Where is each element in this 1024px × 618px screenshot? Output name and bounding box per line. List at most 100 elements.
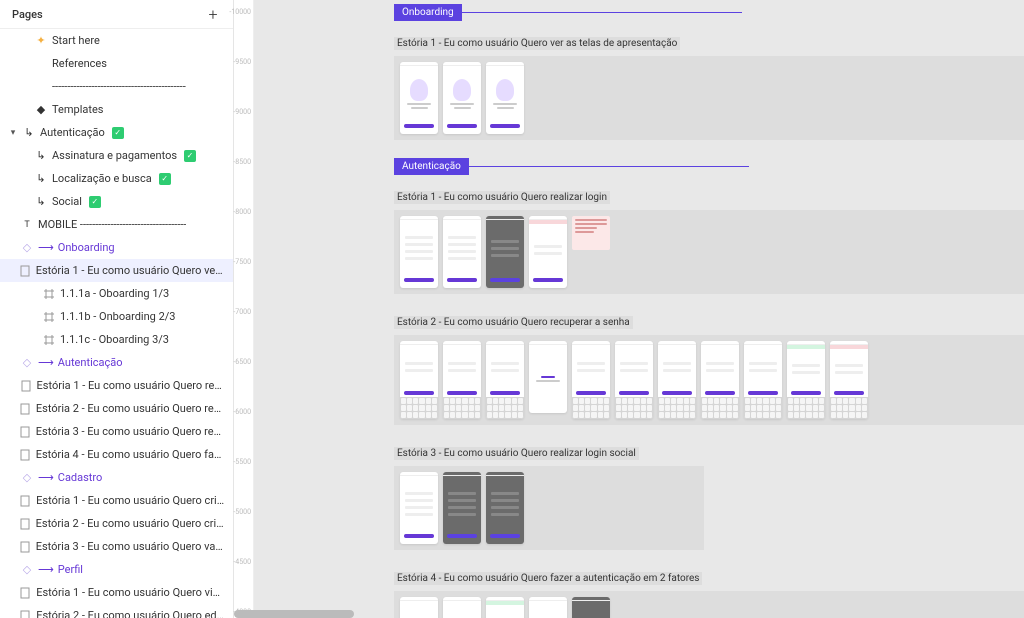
ruler-tick: -8000 bbox=[233, 208, 251, 216]
sidebar-item[interactable]: Estória 2 - Eu como usuário Quero criar … bbox=[0, 512, 233, 535]
mockup-frame[interactable] bbox=[658, 341, 696, 419]
mockup-frame[interactable] bbox=[615, 341, 653, 419]
check-icon: ✓ bbox=[112, 127, 124, 139]
sidebar-item[interactable]: 1.1.1c - Oboarding 3/3 bbox=[0, 328, 233, 351]
mockup-frame[interactable] bbox=[572, 341, 610, 419]
mockup-frame[interactable] bbox=[486, 341, 524, 419]
sidebar-item[interactable]: Estória 1 - Eu como usuário Quero visual… bbox=[0, 581, 233, 604]
sidebar-item-label: Estória 3 - Eu como usuário Quero realiz… bbox=[36, 425, 225, 438]
sidebar-item[interactable]: ✦Start here bbox=[0, 29, 233, 52]
mockup-frame[interactable] bbox=[486, 597, 524, 618]
sidebar-item[interactable]: 1.1.1b - Onboarding 2/3 bbox=[0, 305, 233, 328]
sidebar-header: Pages + bbox=[0, 0, 233, 29]
sidebar-item-label: MOBILE ---------------------------------… bbox=[38, 218, 186, 231]
sidebar-item-label: Assinatura e pagamentos bbox=[52, 149, 177, 162]
sidebar-item-label: 1.1.1a - Oboarding 1/3 bbox=[60, 287, 169, 300]
canvas[interactable]: Onboarding Estória 1 - Eu como usuário Qu… bbox=[254, 0, 1024, 618]
sidebar-item[interactable]: ----------------------------------------… bbox=[0, 75, 233, 98]
mockup-frame[interactable] bbox=[572, 597, 610, 618]
mockup-frame[interactable] bbox=[486, 472, 524, 544]
sidebar-item-label: 1.1.1b - Onboarding 2/3 bbox=[60, 310, 175, 323]
ruler-tick: -7500 bbox=[233, 258, 251, 266]
mockup-frame[interactable] bbox=[400, 62, 438, 134]
sidebar-item-label: Estória 1 - Eu como usuário Quero ver as… bbox=[36, 264, 225, 277]
ruler-tick: -9500 bbox=[233, 58, 251, 66]
sidebar-item-label: Estória 4 - Eu como usuário Quero fazer … bbox=[36, 448, 225, 461]
sticky-note[interactable] bbox=[572, 216, 610, 250]
ruler-tick: -6500 bbox=[233, 358, 251, 366]
sidebar-item[interactable]: ◇⟶ Perfil bbox=[0, 558, 233, 581]
ruler-tick: -7000 bbox=[233, 308, 251, 316]
sidebar-item[interactable]: ▾↳Autenticação✓ bbox=[0, 121, 233, 144]
ruler-tick: -5000 bbox=[233, 508, 251, 516]
sidebar-item[interactable]: ↳Assinatura e pagamentos✓ bbox=[0, 144, 233, 167]
sidebar-item[interactable]: ◆Templates bbox=[0, 98, 233, 121]
mockup-frame[interactable] bbox=[486, 62, 524, 134]
sidebar-item-label: Estória 2 - Eu como usuário Quero recupe… bbox=[36, 402, 225, 415]
frames-group bbox=[394, 56, 1024, 140]
sidebar-item-label: Autenticação bbox=[58, 356, 123, 369]
sidebar-item[interactable]: Estória 3 - Eu como usuário Quero valida… bbox=[0, 535, 233, 558]
check-icon: ✓ bbox=[159, 173, 171, 185]
mockup-frame[interactable] bbox=[443, 597, 481, 618]
section-tag: Autenticação bbox=[394, 158, 469, 175]
vertical-ruler: -10000-9500-9000-8500-8000-7500-7000-650… bbox=[234, 0, 254, 618]
sidebar-item[interactable]: Estória 2 - Eu como usuário Quero recupe… bbox=[0, 397, 233, 420]
mockup-frame[interactable] bbox=[787, 341, 825, 419]
sidebar-item-label: References bbox=[52, 57, 107, 70]
sidebar-item-label: Onboarding bbox=[58, 241, 115, 254]
ruler-tick: -9000 bbox=[233, 108, 251, 116]
mockup-frame[interactable] bbox=[400, 597, 438, 618]
mockup-frame[interactable] bbox=[400, 472, 438, 544]
ruler-tick: -8500 bbox=[233, 158, 251, 166]
sidebar-item[interactable]: Estória 1 - Eu como usuário Quero criar … bbox=[0, 489, 233, 512]
sidebar-item-label: Perfil bbox=[58, 563, 83, 576]
story-title: Estória 4 - Eu como usuário Quero fazer … bbox=[394, 572, 702, 585]
sidebar-item-label: ----------------------------------------… bbox=[52, 80, 186, 93]
mockup-frame[interactable] bbox=[529, 341, 567, 413]
section-tag: Onboarding bbox=[394, 4, 462, 21]
frames-group bbox=[394, 335, 1024, 425]
sidebar-item-label: Cadastro bbox=[58, 471, 103, 484]
horizontal-scrollbar[interactable] bbox=[234, 610, 354, 618]
ruler-tick: -4500 bbox=[233, 558, 251, 566]
frames-group bbox=[394, 466, 704, 550]
mockup-frame[interactable] bbox=[529, 597, 567, 618]
sidebar-item[interactable]: TMOBILE --------------------------------… bbox=[0, 213, 233, 236]
sidebar-item[interactable]: 1.1.1a - Oboarding 1/3 bbox=[0, 282, 233, 305]
sidebar-item-label: Social bbox=[52, 195, 82, 208]
pages-label: Pages bbox=[12, 8, 43, 21]
mockup-frame[interactable] bbox=[443, 341, 481, 419]
sidebar-item[interactable]: Estória 4 - Eu como usuário Quero fazer … bbox=[0, 443, 233, 466]
sidebar-item[interactable]: Estória 2 - Eu como usuário Quero editar… bbox=[0, 604, 233, 618]
sidebar-item[interactable]: ◇⟶ Onboarding bbox=[0, 236, 233, 259]
frames-group bbox=[394, 591, 1024, 618]
sidebar-item-label: Autenticação bbox=[40, 126, 105, 139]
sidebar-item-label: Estória 2 - Eu como usuário Quero editar… bbox=[36, 609, 225, 618]
mockup-frame[interactable] bbox=[443, 216, 481, 288]
ruler-tick: -10000 bbox=[229, 8, 251, 16]
mockup-frame[interactable] bbox=[443, 62, 481, 134]
sidebar-item[interactable]: Estória 3 - Eu como usuário Quero realiz… bbox=[0, 420, 233, 443]
sidebar-item[interactable]: ◇⟶ Autenticação bbox=[0, 351, 233, 374]
mockup-frame[interactable] bbox=[744, 341, 782, 419]
sidebar-item-label: Estória 1 - Eu como usuário Quero realiz… bbox=[37, 379, 225, 392]
sidebar: Pages + ✦Start here References -----------… bbox=[0, 0, 234, 618]
sidebar-item[interactable]: References bbox=[0, 52, 233, 75]
story-title: Estória 1 - Eu como usuário Quero ver as… bbox=[394, 37, 680, 50]
sidebar-item[interactable]: ◇⟶ Cadastro bbox=[0, 466, 233, 489]
sidebar-item[interactable]: Estória 1 - Eu como usuário Quero ver as… bbox=[0, 259, 233, 282]
sidebar-item[interactable]: ↳Social✓ bbox=[0, 190, 233, 213]
mockup-frame[interactable] bbox=[830, 341, 868, 419]
mockup-frame[interactable] bbox=[400, 216, 438, 288]
sidebar-item[interactable]: Estória 1 - Eu como usuário Quero realiz… bbox=[0, 374, 233, 397]
mockup-frame[interactable] bbox=[486, 216, 524, 288]
add-page-button[interactable]: + bbox=[205, 6, 221, 22]
sidebar-item[interactable]: ↳Localização e busca✓ bbox=[0, 167, 233, 190]
sidebar-item-label: Localização e busca bbox=[52, 172, 152, 185]
mockup-frame[interactable] bbox=[529, 216, 567, 288]
mockup-frame[interactable] bbox=[701, 341, 739, 419]
mockup-frame[interactable] bbox=[400, 341, 438, 419]
mockup-frame[interactable] bbox=[443, 472, 481, 544]
ruler-tick: -5500 bbox=[233, 458, 251, 466]
